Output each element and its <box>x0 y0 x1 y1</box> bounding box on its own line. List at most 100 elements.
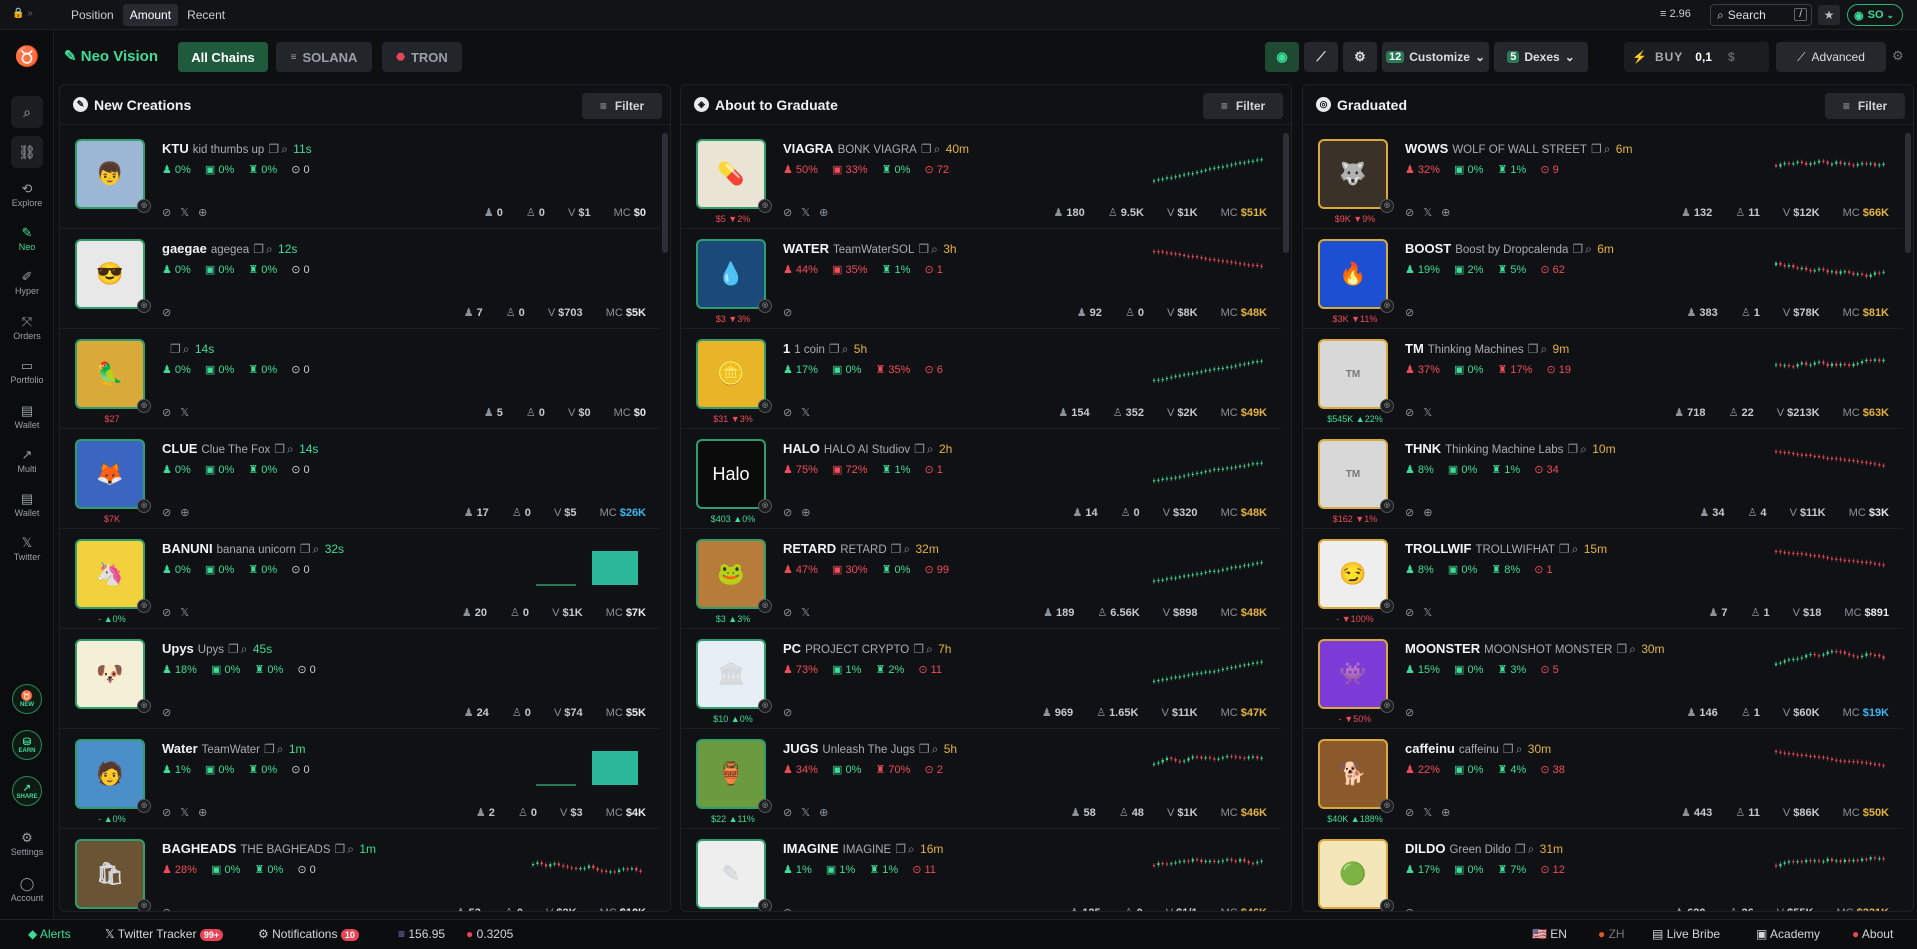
website-icon[interactable]: ⊘ <box>783 907 792 911</box>
token-row[interactable]: Halo ◎ $403 ▲0% HALO HALO AI Studiov ❐ ⌕ 2h… <box>681 429 1281 529</box>
token-ticker[interactable]: PC <box>783 641 801 656</box>
token-avatar[interactable]: 👾 <box>1318 639 1388 709</box>
token-row[interactable]: 🐺 ◎ $9K ▼9% WOWS WOLF OF WALL STREET ❐ ⌕ 6m… <box>1303 129 1903 229</box>
twitter-icon[interactable]: 𝕏 <box>180 607 189 619</box>
token-row[interactable]: 🟢 ◎ DILDO Green Dildo ❐ ⌕ 31m ♟ 17% ▣ 0% ♜ … <box>1303 829 1903 911</box>
twitter-tracker-button[interactable]: 𝕏 Twitter Tracker 99+ <box>105 927 224 941</box>
search-icon[interactable]: ⌕ <box>1572 542 1579 556</box>
token-row[interactable]: TM ◎ $162 ▼1% THNK Thinking Machine Labs ❐… <box>1303 429 1903 529</box>
website-icon[interactable]: ⊘ <box>162 807 171 819</box>
twitter-icon[interactable]: 𝕏 <box>1423 407 1432 419</box>
twitter-icon[interactable]: 𝕏 <box>180 807 189 819</box>
token-ticker[interactable]: CLUE <box>162 441 197 456</box>
sidebar-item-settings[interactable]: ⚙ Settings <box>0 831 54 858</box>
globe-icon[interactable]: ⊕ <box>819 207 828 219</box>
twitter-icon[interactable]: 𝕏 <box>180 407 189 419</box>
tab-position[interactable]: Position <box>64 4 121 26</box>
token-avatar[interactable]: TM <box>1318 439 1388 509</box>
lang-zh[interactable]: ● ZH <box>1598 927 1625 941</box>
search-icon[interactable]: ⌕ <box>1580 442 1587 456</box>
website-icon[interactable]: ⊘ <box>1405 907 1414 911</box>
token-avatar[interactable]: 🦜 <box>75 339 145 409</box>
token-row[interactable]: 🦄 ◎ - ▲0% BANUNI banana unicorn ❐ ⌕ 32s ♟ 0… <box>60 529 660 629</box>
token-row[interactable]: 😏 ◎ - ▼100% TROLLWIF TROLLWIFHAT ❐ ⌕ 15m ♟ … <box>1303 529 1903 629</box>
copy-icon[interactable]: ❐ <box>1567 442 1578 456</box>
chain-tron[interactable]: ⬣ TRON <box>382 42 462 72</box>
token-row[interactable]: 💊 ◎ $5 ▼2% VIAGRA BONK VIAGRA ❐ ⌕ 40m ♟ 50%… <box>681 129 1281 229</box>
filter-button[interactable]: ≡ Filter <box>1825 93 1905 119</box>
search-icon[interactable]: ⌕ <box>926 642 933 656</box>
search-icon[interactable]: ⌕ <box>932 742 939 756</box>
copy-icon[interactable]: ❐ <box>891 542 902 556</box>
token-row[interactable]: 👾 ◎ - ▼50% MOONSTER MOONSHOT MONSTER ❐ ⌕ 30… <box>1303 629 1903 729</box>
sidebar-item-wallet[interactable]: ▤ Wallet <box>0 404 54 431</box>
twitter-icon[interactable]: 𝕏 <box>801 807 810 819</box>
copy-icon[interactable]: ❐ <box>170 342 181 356</box>
website-icon[interactable]: ⊘ <box>783 307 792 319</box>
copy-icon[interactable]: ❐ <box>829 342 840 356</box>
globe-icon[interactable]: ⊕ <box>1423 507 1432 519</box>
chain-solana[interactable]: ≡ SOLANA <box>276 42 372 72</box>
share-badge[interactable]: ↗ SHARE <box>12 776 42 806</box>
token-ticker[interactable]: VIAGRA <box>783 141 834 156</box>
website-icon[interactable]: ⊘ <box>162 707 171 719</box>
website-icon[interactable]: ⊘ <box>162 307 171 319</box>
token-avatar[interactable]: 😎 <box>75 239 145 309</box>
copy-icon[interactable]: ❐ <box>913 642 924 656</box>
link-icon[interactable]: ⛓ <box>11 136 43 168</box>
website-icon[interactable]: ⊘ <box>162 507 171 519</box>
website-icon[interactable]: ⊘ <box>783 707 792 719</box>
token-avatar[interactable]: 🐶 <box>75 639 145 709</box>
token-row[interactable]: 👦 ◎ KTU kid thumbs up ❐ ⌕ 11s ♟ 0% ▣ 0% ♜ 0… <box>60 129 660 229</box>
star-icon[interactable]: ★ <box>1818 5 1840 25</box>
filter-button[interactable]: ≡ Filter <box>582 93 662 119</box>
token-ticker[interactable]: JUGS <box>783 741 818 756</box>
sidebar-item-multi[interactable]: ↗ Multi <box>0 448 54 475</box>
token-avatar[interactable]: 🐸 <box>696 539 766 609</box>
buy-amount-input[interactable]: 0,1 <box>1695 50 1712 64</box>
token-row[interactable]: 🐸 ◎ $3 ▲3% RETARD RETARD ❐ ⌕ 32m ♟ 47% ▣ 30… <box>681 529 1281 629</box>
alerts-button[interactable]: ◆ Alerts <box>28 927 71 941</box>
chart-icon[interactable]: ⟋ <box>1304 42 1338 72</box>
token-ticker[interactable]: BANUNI <box>162 541 213 556</box>
filter-button[interactable]: ≡ Filter <box>1203 93 1283 119</box>
search-icon[interactable]: ⌕ <box>1604 142 1611 156</box>
token-avatar[interactable]: 🦄 <box>75 539 145 609</box>
token-avatar[interactable]: 🦊 <box>75 439 145 509</box>
lock-icon[interactable]: 🔒 » <box>12 8 33 19</box>
copy-icon[interactable]: ❐ <box>1572 242 1583 256</box>
eye-icon[interactable]: ◉ <box>1265 42 1299 72</box>
token-row[interactable]: 🔥 ◎ $3K ▼11% BOOST Boost by Dropcalenda ❐ ⌕… <box>1303 229 1903 329</box>
twitter-icon[interactable]: 𝕏 <box>801 407 810 419</box>
token-avatar[interactable]: 🪙 <box>696 339 766 409</box>
website-icon[interactable]: ⊘ <box>783 207 792 219</box>
search-icon[interactable]: ⌕ <box>287 442 294 456</box>
token-avatar[interactable]: 🟢 <box>1318 839 1388 909</box>
token-row[interactable]: 🦜 ◎ $27 ❐ ⌕ 14s ♟ 0% ▣ 0% ♜ 0% ⊙ 0 ⊘ 𝕏 ♟ 5 … <box>60 329 660 429</box>
twitter-icon[interactable]: 𝕏 <box>180 207 189 219</box>
search-icon[interactable]: ⌕ <box>931 242 938 256</box>
token-ticker[interactable]: 1 <box>783 341 790 356</box>
website-icon[interactable]: ⊘ <box>1405 507 1414 519</box>
token-row[interactable]: ✎ ◎ IMAGINE IMAGINE ❐ ⌕ 16m ♟ 1% ▣ 1% ♜ 1% … <box>681 829 1281 911</box>
copy-icon[interactable]: ❐ <box>1616 642 1627 656</box>
tab-amount[interactable]: Amount <box>122 4 179 26</box>
token-avatar[interactable]: 💊 <box>696 139 766 209</box>
globe-icon[interactable]: ⊕ <box>1441 807 1450 819</box>
dexes-button[interactable]: 5 Dexes ⌄ <box>1494 42 1588 72</box>
token-ticker[interactable]: BAGHEADS <box>162 841 236 856</box>
lang-en[interactable]: 🇺🇸 EN <box>1532 927 1567 941</box>
copy-icon[interactable]: ❐ <box>919 742 930 756</box>
search-icon[interactable]: ⌕ <box>1528 842 1535 856</box>
website-icon[interactable]: ⊘ <box>1405 407 1414 419</box>
token-avatar[interactable]: 🧑 <box>75 739 145 809</box>
token-ticker[interactable]: RETARD <box>783 541 836 556</box>
globe-icon[interactable]: ⊕ <box>801 507 810 519</box>
twitter-icon[interactable]: 𝕏 <box>1423 807 1432 819</box>
sidebar-item-hyper[interactable]: ✐ Hyper <box>0 270 54 297</box>
token-ticker[interactable]: Upys <box>162 641 194 656</box>
token-row[interactable]: 😎 ◎ gaegae agegea ❐ ⌕ 12s ♟ 0% ▣ 0% ♜ 0% ⊙ … <box>60 229 660 329</box>
globe-icon[interactable]: ⊕ <box>180 507 189 519</box>
website-icon[interactable]: ⊘ <box>1405 207 1414 219</box>
website-icon[interactable]: ⊘ <box>1405 607 1414 619</box>
